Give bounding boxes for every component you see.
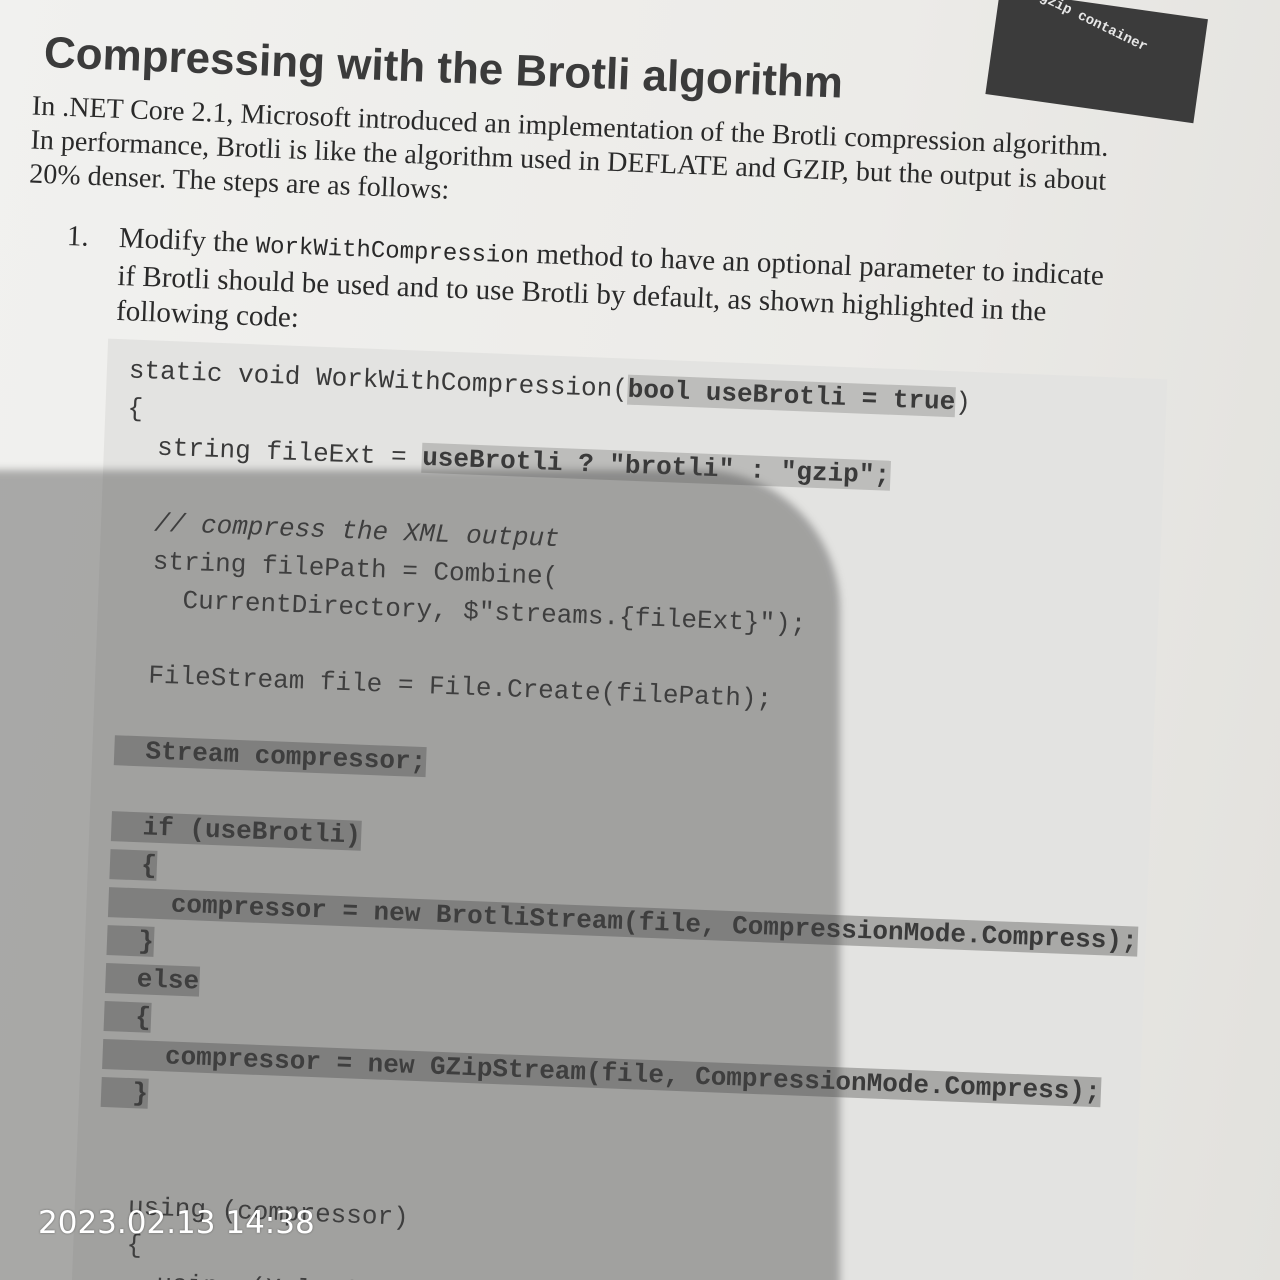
code-highlight: } <box>100 1076 149 1109</box>
code-block: static void WorkWithCompression(bool use… <box>71 338 1168 1280</box>
step-number: 1. <box>66 220 90 253</box>
book-page: .gzip container Compressing with the Bro… <box>0 0 1280 1280</box>
step-text-pre: Modify the <box>118 222 257 260</box>
photo-timestamp: 2023.02.13 14:38 <box>38 1205 315 1241</box>
code-highlight: { <box>109 849 158 881</box>
code-highlight: { <box>103 1001 152 1033</box>
page-content: Compressing with the Brotli algorithm In… <box>0 28 1204 1280</box>
code-highlight: Stream compressor; <box>113 735 427 778</box>
code-highlight: } <box>106 925 155 957</box>
code-text: ) <box>954 387 972 418</box>
tab-label: .gzip container <box>1029 0 1150 56</box>
code-text: string fileExt = <box>125 431 423 473</box>
code-highlight: else <box>104 963 200 997</box>
code-highlight: if (useBrotli) <box>110 811 362 851</box>
code-text: { <box>126 393 144 425</box>
